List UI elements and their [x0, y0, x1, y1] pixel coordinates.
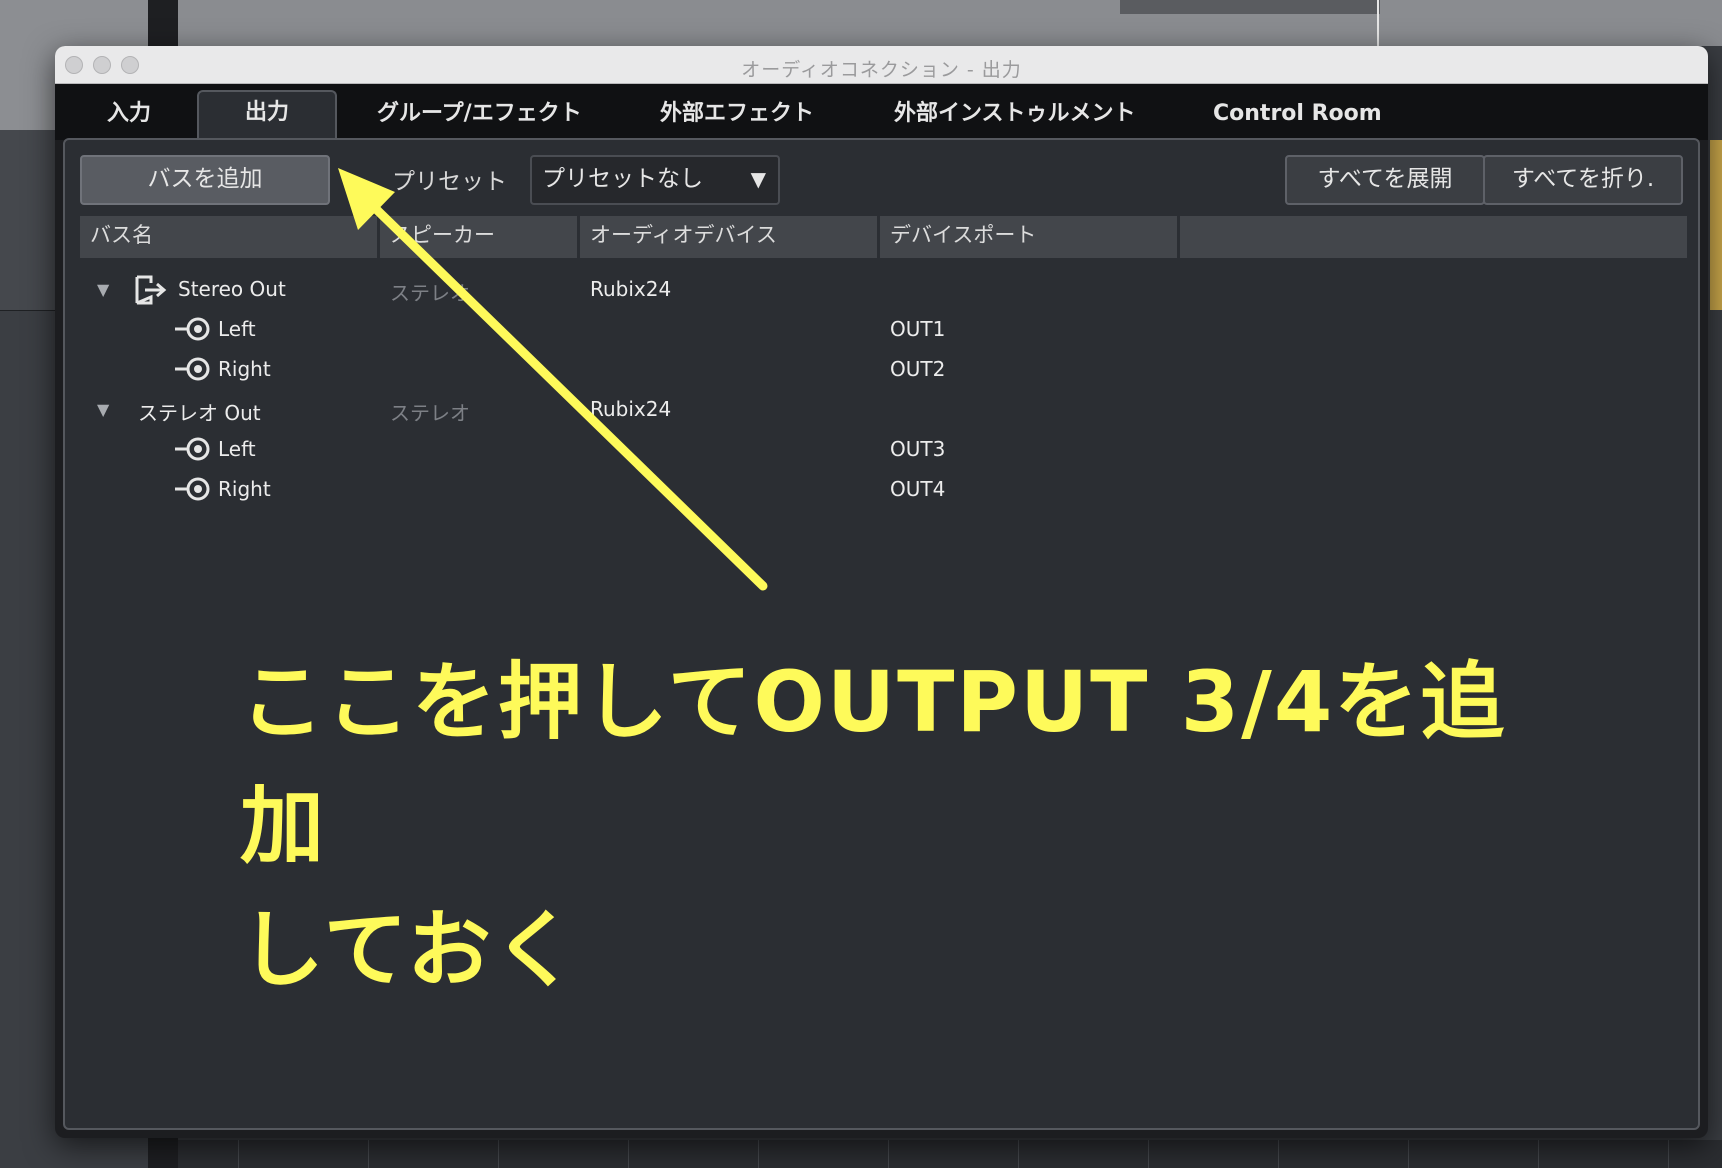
annotation-text: ここを押してOUTPUT 3/4を追加 しておく [240, 640, 1540, 1012]
channel-output-icon [175, 357, 210, 381]
output-bus-icon [135, 275, 167, 305]
channel-row[interactable]: Right OUT2 [65, 348, 1702, 388]
tab-external-instruments[interactable]: 外部インストゥルメント [872, 94, 1158, 140]
bus-row[interactable]: ▼ ステレオ Out ステレオ Rubix24 [65, 388, 1702, 428]
bus-device: Rubix24 [590, 277, 672, 301]
tab-group-effects[interactable]: グループ/エフェクト [355, 94, 604, 140]
collapse-all-button[interactable]: すべてを折り. [1483, 155, 1683, 205]
bus-speaker: ステレオ [390, 401, 470, 425]
expand-all-button[interactable]: すべてを展開 [1285, 155, 1485, 205]
daw-waveform-track [178, 0, 1722, 46]
channel-row[interactable]: Left OUT1 [65, 308, 1702, 348]
expand-triangle-icon[interactable]: ▼ [97, 280, 109, 299]
bus-device: Rubix24 [590, 397, 672, 421]
column-header-speaker[interactable]: スピーカー [380, 216, 577, 258]
channel-row[interactable]: Left OUT3 [65, 428, 1702, 468]
preset-label: プリセット [392, 169, 507, 195]
channel-output-icon [175, 437, 210, 461]
channel-name: Right [218, 357, 271, 381]
tab-external-effects[interactable]: 外部エフェクト [638, 94, 836, 140]
channel-port[interactable]: OUT2 [890, 357, 945, 381]
window-title: オーディオコネクション - 出力 [741, 59, 1022, 81]
column-header-audio-device[interactable]: オーディオデバイス [580, 216, 877, 258]
column-header-bus-name[interactable]: バス名 [80, 216, 377, 258]
channel-name: Right [218, 477, 271, 501]
daw-waveform-peak [1120, 0, 1380, 14]
add-bus-button[interactable]: バスを追加 [80, 155, 330, 205]
channel-port[interactable]: OUT3 [890, 437, 945, 461]
tab-bar: 入力 出力 グループ/エフェクト 外部エフェクト 外部インストゥルメント Con… [55, 84, 1708, 142]
channel-port[interactable]: OUT1 [890, 317, 945, 341]
annotation-line-2: しておく [240, 901, 579, 999]
channel-name: Left [218, 317, 256, 341]
expand-triangle-icon[interactable]: ▼ [97, 400, 109, 419]
tab-input[interactable]: 入力 [85, 94, 173, 140]
chevron-down-icon: ▼ [750, 167, 766, 191]
title-bar[interactable]: オーディオコネクション - 出力 [55, 46, 1708, 84]
preset-value: プリセットなし [542, 166, 703, 192]
channel-row[interactable]: Right OUT4 [65, 468, 1702, 508]
bus-name: Stereo Out [178, 277, 286, 301]
bus-speaker: ステレオ [390, 281, 470, 305]
bus-name: ステレオ Out [138, 401, 261, 425]
channel-port[interactable]: OUT4 [890, 477, 945, 501]
preset-dropdown[interactable]: プリセットなし ▼ [530, 155, 780, 205]
daw-playhead [1377, 0, 1379, 46]
bus-row[interactable]: ▼ Stereo Out ステレオ Rubix24 [65, 268, 1702, 308]
column-header-extra [1180, 216, 1687, 258]
daw-event-strip [1710, 140, 1722, 310]
tab-control-room[interactable]: Control Room [1191, 94, 1404, 140]
column-header-device-port[interactable]: デバイスポート [880, 216, 1177, 258]
channel-output-icon [175, 477, 210, 501]
tab-output[interactable]: 出力 [197, 90, 337, 142]
annotation-line-1: ここを押してOUTPUT 3/4を追加 [240, 653, 1507, 875]
channel-name: Left [218, 437, 256, 461]
channel-output-icon [175, 317, 210, 341]
daw-bottom-ruler [178, 1140, 1722, 1168]
